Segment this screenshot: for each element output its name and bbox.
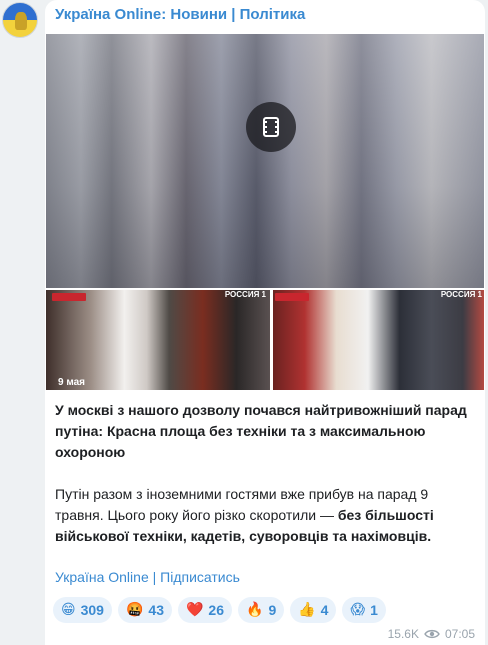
channel-avatar[interactable] bbox=[2, 2, 38, 38]
post-headline: У москві з нашого дозволу почався найтри… bbox=[55, 402, 467, 460]
reaction-count: 9 bbox=[268, 602, 277, 618]
trident-icon bbox=[15, 12, 27, 30]
message-bubble: Україна Online: Новини | Політика РОССИЯ… bbox=[45, 0, 485, 645]
reaction-count: 309 bbox=[80, 602, 104, 618]
heart-emoji-icon: ❤️ bbox=[185, 602, 204, 618]
reaction-count: 4 bbox=[320, 602, 329, 618]
photo-left[interactable]: РОССИЯ 1 9 мая bbox=[46, 290, 270, 390]
grin-emoji-icon: 😁 bbox=[61, 602, 76, 618]
video-preview[interactable] bbox=[46, 34, 484, 288]
photo-badge-text: РОССИЯ 1 bbox=[440, 290, 482, 299]
channel-link[interactable]: Україна Online bbox=[55, 569, 149, 585]
reaction-thumbs-up[interactable]: 👍 4 bbox=[290, 597, 337, 623]
fire-emoji-icon: 🔥 bbox=[246, 602, 264, 618]
message-meta: 15.6K 07:05 bbox=[388, 627, 475, 641]
angry-emoji-icon: 🤬 bbox=[125, 602, 144, 618]
reaction-fire[interactable]: 🔥 9 bbox=[238, 597, 285, 623]
photo-caption: 9 мая bbox=[58, 377, 86, 388]
subscribe-link[interactable]: Підписатись bbox=[160, 569, 240, 585]
eye-icon bbox=[424, 629, 440, 639]
reactions-bar: 😁 309 🤬 43 ❤️ 26 🔥 9 👍 4 😱 1 bbox=[53, 597, 386, 623]
channel-title[interactable]: Україна Online: Новини | Політика bbox=[55, 6, 305, 23]
link-separator: | bbox=[148, 569, 161, 585]
photo-badge-text: РОССИЯ 1 bbox=[224, 290, 266, 299]
reaction-count: 1 bbox=[370, 602, 378, 618]
reaction-angry[interactable]: 🤬 43 bbox=[117, 597, 172, 623]
reaction-count: 43 bbox=[148, 602, 164, 618]
reaction-count: 26 bbox=[208, 602, 224, 618]
reaction-scream[interactable]: 😱 1 bbox=[342, 597, 386, 623]
tv-logo-badge bbox=[275, 293, 309, 301]
reaction-heart[interactable]: ❤️ 26 bbox=[177, 597, 232, 623]
post-body: Путін разом з іноземними гостями вже при… bbox=[55, 484, 475, 547]
scream-emoji-icon: 😱 bbox=[350, 602, 366, 618]
view-count: 15.6K bbox=[387, 627, 419, 641]
message-time: 07:05 bbox=[444, 627, 475, 641]
tv-logo-badge bbox=[52, 293, 86, 301]
thumbs-up-emoji-icon: 👍 bbox=[298, 602, 316, 618]
photo-right[interactable]: РОССИЯ 1 bbox=[273, 290, 484, 390]
film-icon[interactable] bbox=[246, 102, 296, 152]
reaction-grin[interactable]: 😁 309 bbox=[53, 597, 112, 623]
footer-links: Україна Online | Підписатись bbox=[55, 569, 240, 585]
